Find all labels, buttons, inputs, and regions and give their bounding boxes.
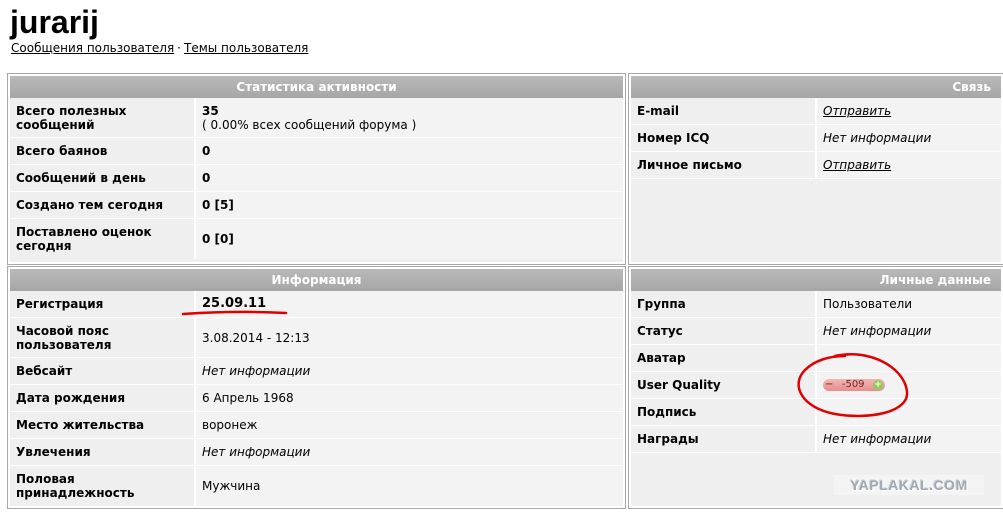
contact-panel: Связь E-mail Отправить Номер ICQ Нет инф… — [628, 73, 1003, 265]
stats-label-posts-per-day: Сообщений в день — [10, 165, 196, 191]
info-label-registration: Регистрация — [10, 291, 196, 317]
info-label-interests: Увлечения — [10, 439, 196, 465]
personal-value-signature — [817, 399, 1001, 425]
user-links: Сообщения пользователя · Темы пользователя — [11, 40, 308, 56]
personal-value-status: Нет информации — [817, 318, 1001, 344]
stats-value-posts-per-day: 0 — [196, 165, 623, 191]
stats-value-ratings-today: 0 [0] — [196, 219, 623, 259]
info-row-gender: Половая принадлежность Мужчина — [10, 466, 623, 506]
info-value-gender: Мужчина — [196, 466, 623, 506]
stats-row-ratings-today: Поставлено оценок сегодня 0 [0] — [10, 219, 623, 259]
user-quality-score: -509 — [841, 379, 865, 390]
personal-label-signature: Подпись — [631, 399, 817, 425]
stats-row-topics-today: Создано тем сегодня 0 [5] — [10, 192, 623, 219]
personal-row-awards: Награды Нет информации — [631, 426, 1001, 453]
personal-value-user-quality: − -509 + — [817, 372, 1001, 398]
stats-row-bayans: Всего баянов 0 — [10, 138, 623, 165]
info-row-registration: Регистрация 25.09.11 — [10, 291, 623, 318]
stats-label-useful-posts: Всего полезных сообщений — [10, 98, 196, 137]
personal-row-status: Статус Нет информации — [631, 318, 1001, 345]
info-row-location: Место жительства воронеж — [10, 412, 623, 439]
personal-value-group: Пользователи — [817, 291, 1001, 317]
personal-value-avatar — [817, 345, 1001, 371]
personal-row-signature: Подпись — [631, 399, 1001, 426]
stats-label-bayans: Всего баянов — [10, 138, 196, 164]
info-value-interests: Нет информации — [196, 439, 623, 465]
contact-value-icq: Нет информации — [817, 125, 1001, 151]
contact-value-email: Отправить — [817, 98, 1001, 124]
info-label-birthday: Дата рождения — [10, 385, 196, 411]
info-label-website: Вебсайт — [10, 358, 196, 384]
info-value-registration: 25.09.11 — [196, 291, 623, 317]
info-row-website: Вебсайт Нет информации — [10, 358, 623, 385]
personal-label-awards: Награды — [631, 426, 817, 452]
site-watermark: YAPLAKAL.COM — [834, 475, 984, 495]
info-label-gender: Половая принадлежность — [10, 466, 196, 506]
personal-label-user-quality: User Quality — [631, 372, 817, 398]
personal-row-avatar: Аватар — [631, 345, 1001, 372]
stats-value-useful-posts: 35 ( 0.00% всех сообщений форума ) — [196, 98, 623, 137]
stats-row-useful-posts: Всего полезных сообщений 35 ( 0.00% всех… — [10, 98, 623, 138]
personal-row-user-quality: User Quality − -509 + — [631, 372, 1001, 399]
user-topics-link[interactable]: Темы пользователя — [184, 41, 308, 55]
info-row-interests: Увлечения Нет информации — [10, 439, 623, 466]
info-label-location: Место жительства — [10, 412, 196, 438]
info-panel-title: Информация — [10, 269, 623, 291]
stats-row-posts-per-day: Сообщений в день 0 — [10, 165, 623, 192]
info-value-website: Нет информации — [196, 358, 623, 384]
stats-label-topics-today: Создано тем сегодня — [10, 192, 196, 218]
stats-panel: Статистика активности Всего полезных соо… — [7, 73, 626, 265]
stats-label-ratings-today: Поставлено оценок сегодня — [10, 219, 196, 259]
useful-posts-count: 35 — [202, 103, 219, 118]
personal-panel-title: Личные данные — [631, 269, 1001, 291]
info-value-location: воронеж — [196, 412, 623, 438]
personal-value-awards: Нет информации — [817, 426, 1001, 452]
personal-row-group: Группа Пользователи — [631, 291, 1001, 318]
personal-label-status: Статус — [631, 318, 817, 344]
stats-panel-title: Статистика активности — [10, 76, 623, 98]
stats-value-bayans: 0 — [196, 138, 623, 164]
contact-label-email: E-mail — [631, 98, 817, 124]
contact-row-icq: Номер ICQ Нет информации — [631, 125, 1001, 152]
contact-row-email: E-mail Отправить — [631, 98, 1001, 125]
contact-panel-title: Связь — [631, 76, 1001, 98]
plus-icon[interactable]: + — [873, 380, 883, 390]
personal-label-group: Группа — [631, 291, 817, 317]
contact-label-pm: Личное письмо — [631, 152, 817, 178]
contact-label-icq: Номер ICQ — [631, 125, 817, 151]
contact-value-pm: Отправить — [817, 152, 1001, 178]
info-value-timezone: 3.08.2014 - 12:13 — [196, 318, 623, 357]
username-title: jurarij — [10, 4, 99, 40]
info-row-timezone: Часовой пояс пользователя 3.08.2014 - 12… — [10, 318, 623, 358]
stats-value-topics-today: 0 [5] — [196, 192, 623, 218]
info-label-timezone: Часовой пояс пользователя — [10, 318, 196, 357]
contact-row-pm: Личное письмо Отправить — [631, 152, 1001, 179]
info-value-birthday: 6 Апрель 1968 — [196, 385, 623, 411]
user-posts-link[interactable]: Сообщения пользователя — [11, 41, 174, 55]
email-send-link[interactable]: Отправить — [823, 104, 891, 118]
minus-icon[interactable]: − — [825, 379, 833, 391]
link-separator: · — [177, 41, 181, 55]
personal-panel: Личные данные Группа Пользователи Статус… — [628, 266, 1003, 509]
info-panel: Информация Регистрация 25.09.11 Часовой … — [7, 266, 626, 509]
useful-posts-percent: ( 0.00% всех сообщений форума ) — [202, 117, 417, 132]
pm-send-link[interactable]: Отправить — [823, 158, 891, 172]
user-quality-widget: − -509 + — [823, 379, 885, 391]
info-row-birthday: Дата рождения 6 Апрель 1968 — [10, 385, 623, 412]
personal-label-avatar: Аватар — [631, 345, 817, 371]
